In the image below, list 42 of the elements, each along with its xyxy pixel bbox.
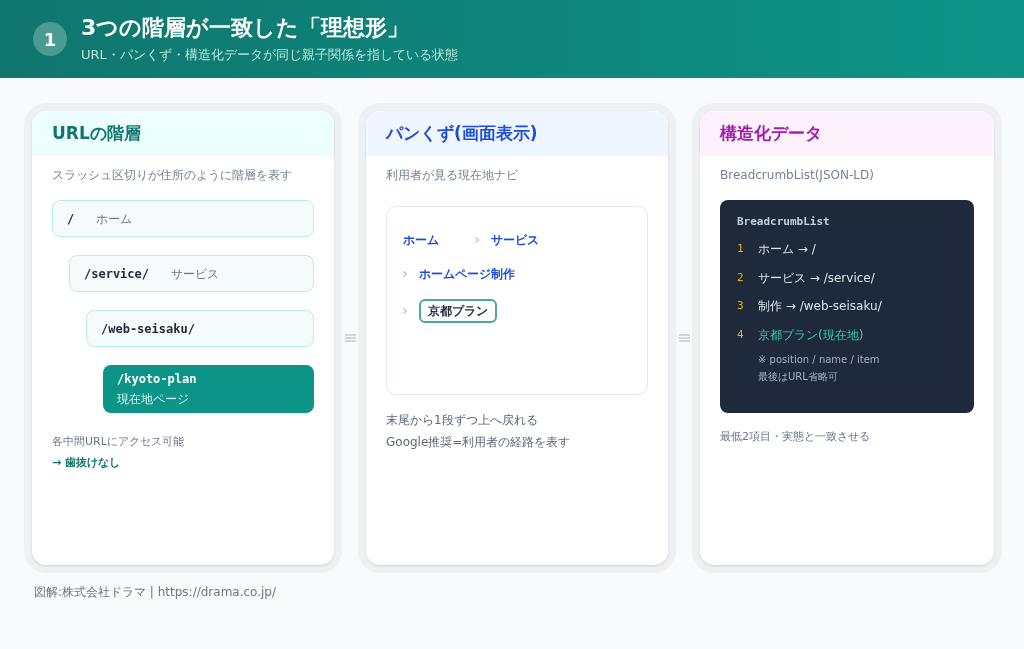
breadcrumb-link[interactable]: ホームページ制作	[419, 265, 515, 283]
position-number: 1	[737, 241, 744, 257]
url-path: /service/	[84, 265, 150, 283]
chevron-icon	[475, 237, 479, 243]
list-item-text: サービス → /service/	[758, 269, 875, 286]
card-note: 最低2項目・実態と一致させる	[720, 429, 871, 445]
step-number: 1	[33, 22, 67, 56]
menu-lines-icon	[678, 334, 690, 342]
position-number: 2	[737, 269, 744, 286]
card-title: URLの階層	[32, 111, 334, 156]
list-item-text: ホーム → /	[758, 241, 816, 258]
card-description: 利用者が見る現在地ナビ	[386, 167, 519, 184]
menu-lines-icon	[344, 334, 356, 342]
url-path: /kyoto-plan	[117, 371, 198, 388]
list-item-text: 京都プラン(現在地)	[758, 326, 864, 343]
url-path: /web-seisaku/	[101, 320, 195, 338]
position-number: 3	[737, 298, 744, 314]
page-title: 3つの階層が一致した「理想形」	[81, 14, 411, 42]
card-description: スラッシュ区切りが住所のように階層を表す	[52, 167, 293, 184]
chevron-icon	[403, 308, 407, 314]
breadcrumb-link[interactable]: ホーム	[403, 231, 439, 249]
card-description: BreadcrumbList(JSON-LD)	[720, 167, 875, 184]
code-title: BreadcrumbList	[737, 214, 831, 230]
url-label: 現在地ページ	[117, 391, 190, 408]
url-path: /	[67, 210, 75, 228]
position-number: 4	[737, 326, 744, 343]
card-title: 構造化データ	[700, 111, 994, 156]
code-note: 最後はURL省略可	[758, 370, 839, 384]
list-item-text: 制作 → /web-seisaku/	[758, 298, 882, 315]
breadcrumb-link[interactable]: サービス	[491, 231, 539, 249]
card-title: パンくず(画面表示)	[366, 111, 668, 156]
card-note: Google推奨=利用者の経路を表す	[386, 434, 572, 451]
url-label: サービス	[171, 265, 220, 283]
page-subtitle: URL・パンくず・構造化データが同じ親子関係を指している状態	[81, 46, 458, 64]
url-label: ホーム	[96, 210, 133, 228]
chevron-icon	[403, 271, 407, 277]
credit-text: 図解:株式会社ドラマ | https://drama.co.jp/	[33, 584, 278, 601]
code-note: ※ position / name / item	[758, 353, 881, 367]
card-note: 末尾から1段ずつ上へ戻れる	[386, 412, 539, 429]
card-emphasis: → 歯抜けなし	[52, 455, 122, 471]
current-page-crumb: 京都プラン	[419, 299, 497, 323]
card-note: 各中間URLにアクセス可能	[52, 434, 185, 450]
